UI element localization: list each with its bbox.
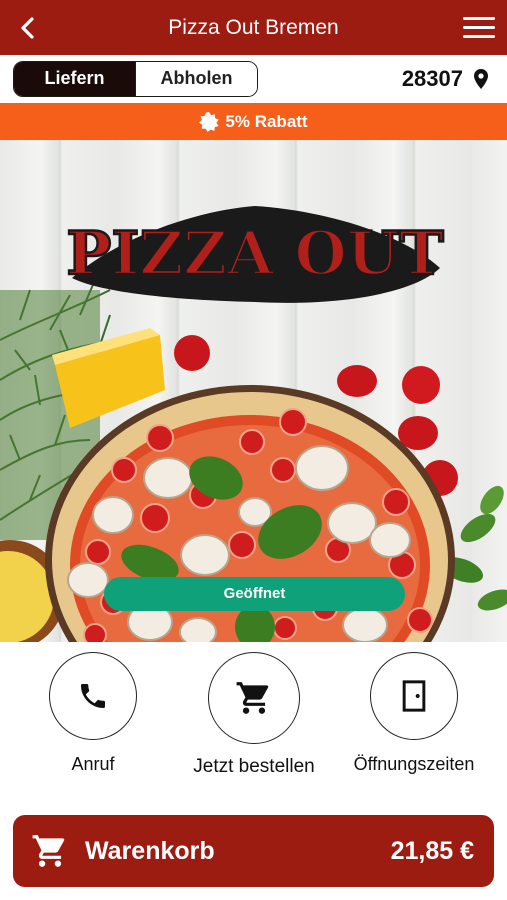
- pizza-out-logo: PIZZA OUT: [65, 206, 445, 303]
- zip-code: 28307: [401, 66, 463, 91]
- chevron-left-icon: [21, 17, 34, 39]
- order-now-action[interactable]: Jetzt bestellen: [184, 652, 324, 778]
- badge-icon: [199, 111, 220, 132]
- app-header: Pizza Out Bremen: [0, 0, 507, 55]
- hamburger-menu-button[interactable]: [461, 14, 497, 42]
- cart-total: 21,85 €: [390, 837, 474, 865]
- opening-hours-label: Öffnungszeiten: [353, 754, 475, 774]
- discount-banner: 5% Rabatt: [0, 103, 507, 140]
- cart-icon: [236, 682, 269, 714]
- door-icon: [402, 680, 426, 712]
- quick-actions: Anruf Jetzt bestellen Öffnungszeiten: [0, 642, 507, 802]
- opening-hours-action[interactable]: Öffnungszeiten: [344, 652, 484, 775]
- deliver-tab[interactable]: Liefern: [14, 62, 135, 96]
- order-mode-toggle: Liefern Abholen: [13, 61, 258, 97]
- open-status-button[interactable]: Geöffnet: [104, 577, 405, 611]
- call-action[interactable]: Anruf: [23, 652, 163, 775]
- call-button[interactable]: [49, 652, 137, 740]
- logo-text: PIZZA OUT: [66, 219, 444, 289]
- location-selector[interactable]: 28307: [402, 65, 489, 93]
- discount-text: 5% Rabatt: [225, 111, 308, 131]
- cart-button[interactable]: Warenkorb 21,85 €: [13, 815, 494, 887]
- hero-image: PIZZA OUT: [0, 140, 507, 642]
- order-now-button[interactable]: [208, 652, 300, 744]
- pizza-illustration: PIZZA OUT: [0, 206, 507, 642]
- back-button[interactable]: [12, 12, 44, 44]
- cart-label: Warenkorb: [85, 837, 215, 865]
- phone-icon: [81, 684, 105, 708]
- location-pin-icon: [474, 69, 488, 89]
- cart-icon: [32, 835, 65, 867]
- call-label: Anruf: [71, 754, 115, 774]
- order-now-label: Jetzt bestellen: [193, 756, 315, 777]
- opening-hours-button[interactable]: [370, 652, 458, 740]
- pickup-tab[interactable]: Abholen: [135, 62, 257, 96]
- order-mode-bar: Liefern Abholen 28307: [0, 55, 507, 103]
- page-title: Pizza Out Bremen: [168, 16, 339, 39]
